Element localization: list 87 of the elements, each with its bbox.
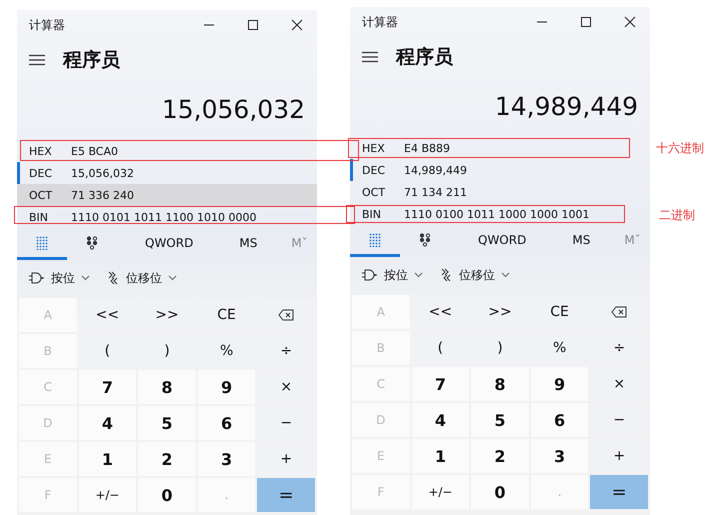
annotation-label: 二进制 [659, 207, 695, 224]
chevron-down-icon [501, 272, 510, 278]
radix-label: OCT [29, 188, 54, 202]
display-value: 14,989,449 [494, 92, 638, 120]
radix-row[interactable]: OCT 71 134 211 [350, 181, 650, 203]
close-icon[interactable] [291, 19, 303, 31]
radix-value: 14,989,449 [404, 164, 467, 176]
calculator-key[interactable]: 1 [78, 442, 136, 476]
dropdown-label: 位移位 [459, 266, 495, 284]
shift-icon [439, 268, 453, 282]
calculator-key[interactable]: 8 [138, 370, 196, 404]
maximize-icon[interactable] [247, 19, 259, 31]
radix-label: OCT [362, 186, 386, 198]
radix-value: 71 336 240 [71, 188, 134, 202]
radix-row[interactable]: OCT 71 336 240 [17, 184, 317, 206]
calculator-key[interactable]: = [590, 475, 648, 509]
radix-value: 1110 0101 1011 1100 1010 0000 [71, 210, 256, 224]
calculator-key[interactable]: 0 [471, 475, 529, 509]
calculator-key[interactable]: 3 [530, 439, 588, 473]
calculator-key[interactable]: 5 [471, 403, 529, 437]
calculator-key[interactable]: 1 [412, 439, 470, 473]
calculator-key[interactable]: 2 [471, 439, 529, 473]
calculator-key[interactable]: 4 [78, 406, 136, 440]
radix-row[interactable]: HEX E4 B889 [350, 137, 650, 159]
shift-icon [106, 271, 120, 285]
menu-icon[interactable] [362, 51, 378, 63]
annotation-label: 十六进制 [656, 140, 704, 157]
calculator-key[interactable]: 6 [530, 403, 588, 437]
memory-tab[interactable]: QWORD [460, 225, 544, 257]
mode-title: 程序员 [396, 45, 453, 70]
radix-row[interactable]: HEX E5 BCA0 [17, 140, 317, 162]
radix-label: BIN [362, 208, 382, 220]
menu-icon[interactable] [29, 54, 45, 66]
dropdown-label: 按位 [51, 270, 75, 286]
memory-tab[interactable]: MS [554, 225, 608, 257]
dropdown-label: 位移位 [126, 270, 162, 286]
calculator-key[interactable]: +/− [412, 475, 470, 509]
calculator-key[interactable]: 7 [78, 370, 136, 404]
keypad-icon [36, 236, 48, 250]
dots-icon [419, 232, 431, 246]
calculator-key[interactable]: 0 [138, 478, 196, 512]
radix-row[interactable]: BIN 1110 0101 1011 1100 1010 0000 [17, 206, 317, 228]
calculator-key[interactable]: 2 [138, 442, 196, 476]
backspace-icon [278, 309, 294, 321]
calculator-key[interactable]: 7 [412, 367, 470, 401]
logic-gate-icon [362, 269, 378, 281]
window-title: 计算器 [29, 16, 65, 34]
radix-label: DEC [29, 166, 54, 180]
radix-value: 71 134 211 [404, 186, 467, 198]
radix-row[interactable]: DEC 14,989,449 [350, 159, 650, 181]
chevron-down-icon [414, 272, 423, 278]
calculator-key[interactable]: 9 [530, 367, 588, 401]
radix-label: HEX [29, 144, 53, 158]
operator-dropdown[interactable]: 按位 [29, 270, 90, 286]
chevron-down-icon [168, 275, 177, 281]
radix-value: E4 B889 [404, 142, 450, 154]
mode-title: 程序员 [63, 48, 120, 73]
radix-value: E5 BCA0 [71, 144, 118, 158]
logic-gate-icon [29, 272, 45, 284]
radix-label: DEC [362, 164, 386, 176]
calculator-key[interactable]: 4 [412, 403, 470, 437]
dots-icon [86, 236, 98, 250]
calculator-key[interactable]: 5 [138, 406, 196, 440]
window-title: 计算器 [362, 14, 398, 30]
close-icon[interactable] [624, 16, 636, 28]
display-value: 15,056,032 [162, 94, 305, 124]
calculator-key[interactable]: 6 [198, 406, 256, 440]
memory-tab[interactable]: MS [221, 228, 276, 260]
radix-value: 15,056,032 [71, 166, 134, 180]
calculator-key[interactable]: 9 [198, 370, 256, 404]
memory-tab[interactable]: QWORD [127, 228, 212, 260]
calculator-key[interactable]: 3 [198, 442, 256, 476]
backspace-icon [611, 306, 628, 318]
chevron-down-icon [81, 275, 90, 281]
radix-row[interactable]: BIN 1110 0100 1011 1000 1000 1001 [350, 203, 650, 225]
radix-value: 1110 0100 1011 1000 1000 1001 [404, 208, 590, 220]
calculator-key[interactable]: +/− [78, 478, 136, 512]
dropdown-label: 按位 [384, 266, 408, 284]
calculator-key[interactable]: 8 [471, 367, 529, 401]
maximize-icon[interactable] [580, 16, 592, 28]
operator-dropdown[interactable]: 按位 [362, 266, 423, 284]
radix-label: BIN [29, 210, 50, 224]
operator-dropdown[interactable]: 位移位 [439, 266, 510, 284]
keypad-icon [369, 232, 381, 246]
operator-dropdown[interactable]: 位移位 [106, 270, 177, 286]
radix-label: HEX [362, 142, 386, 154]
calculator-key[interactable]: = [257, 478, 315, 512]
